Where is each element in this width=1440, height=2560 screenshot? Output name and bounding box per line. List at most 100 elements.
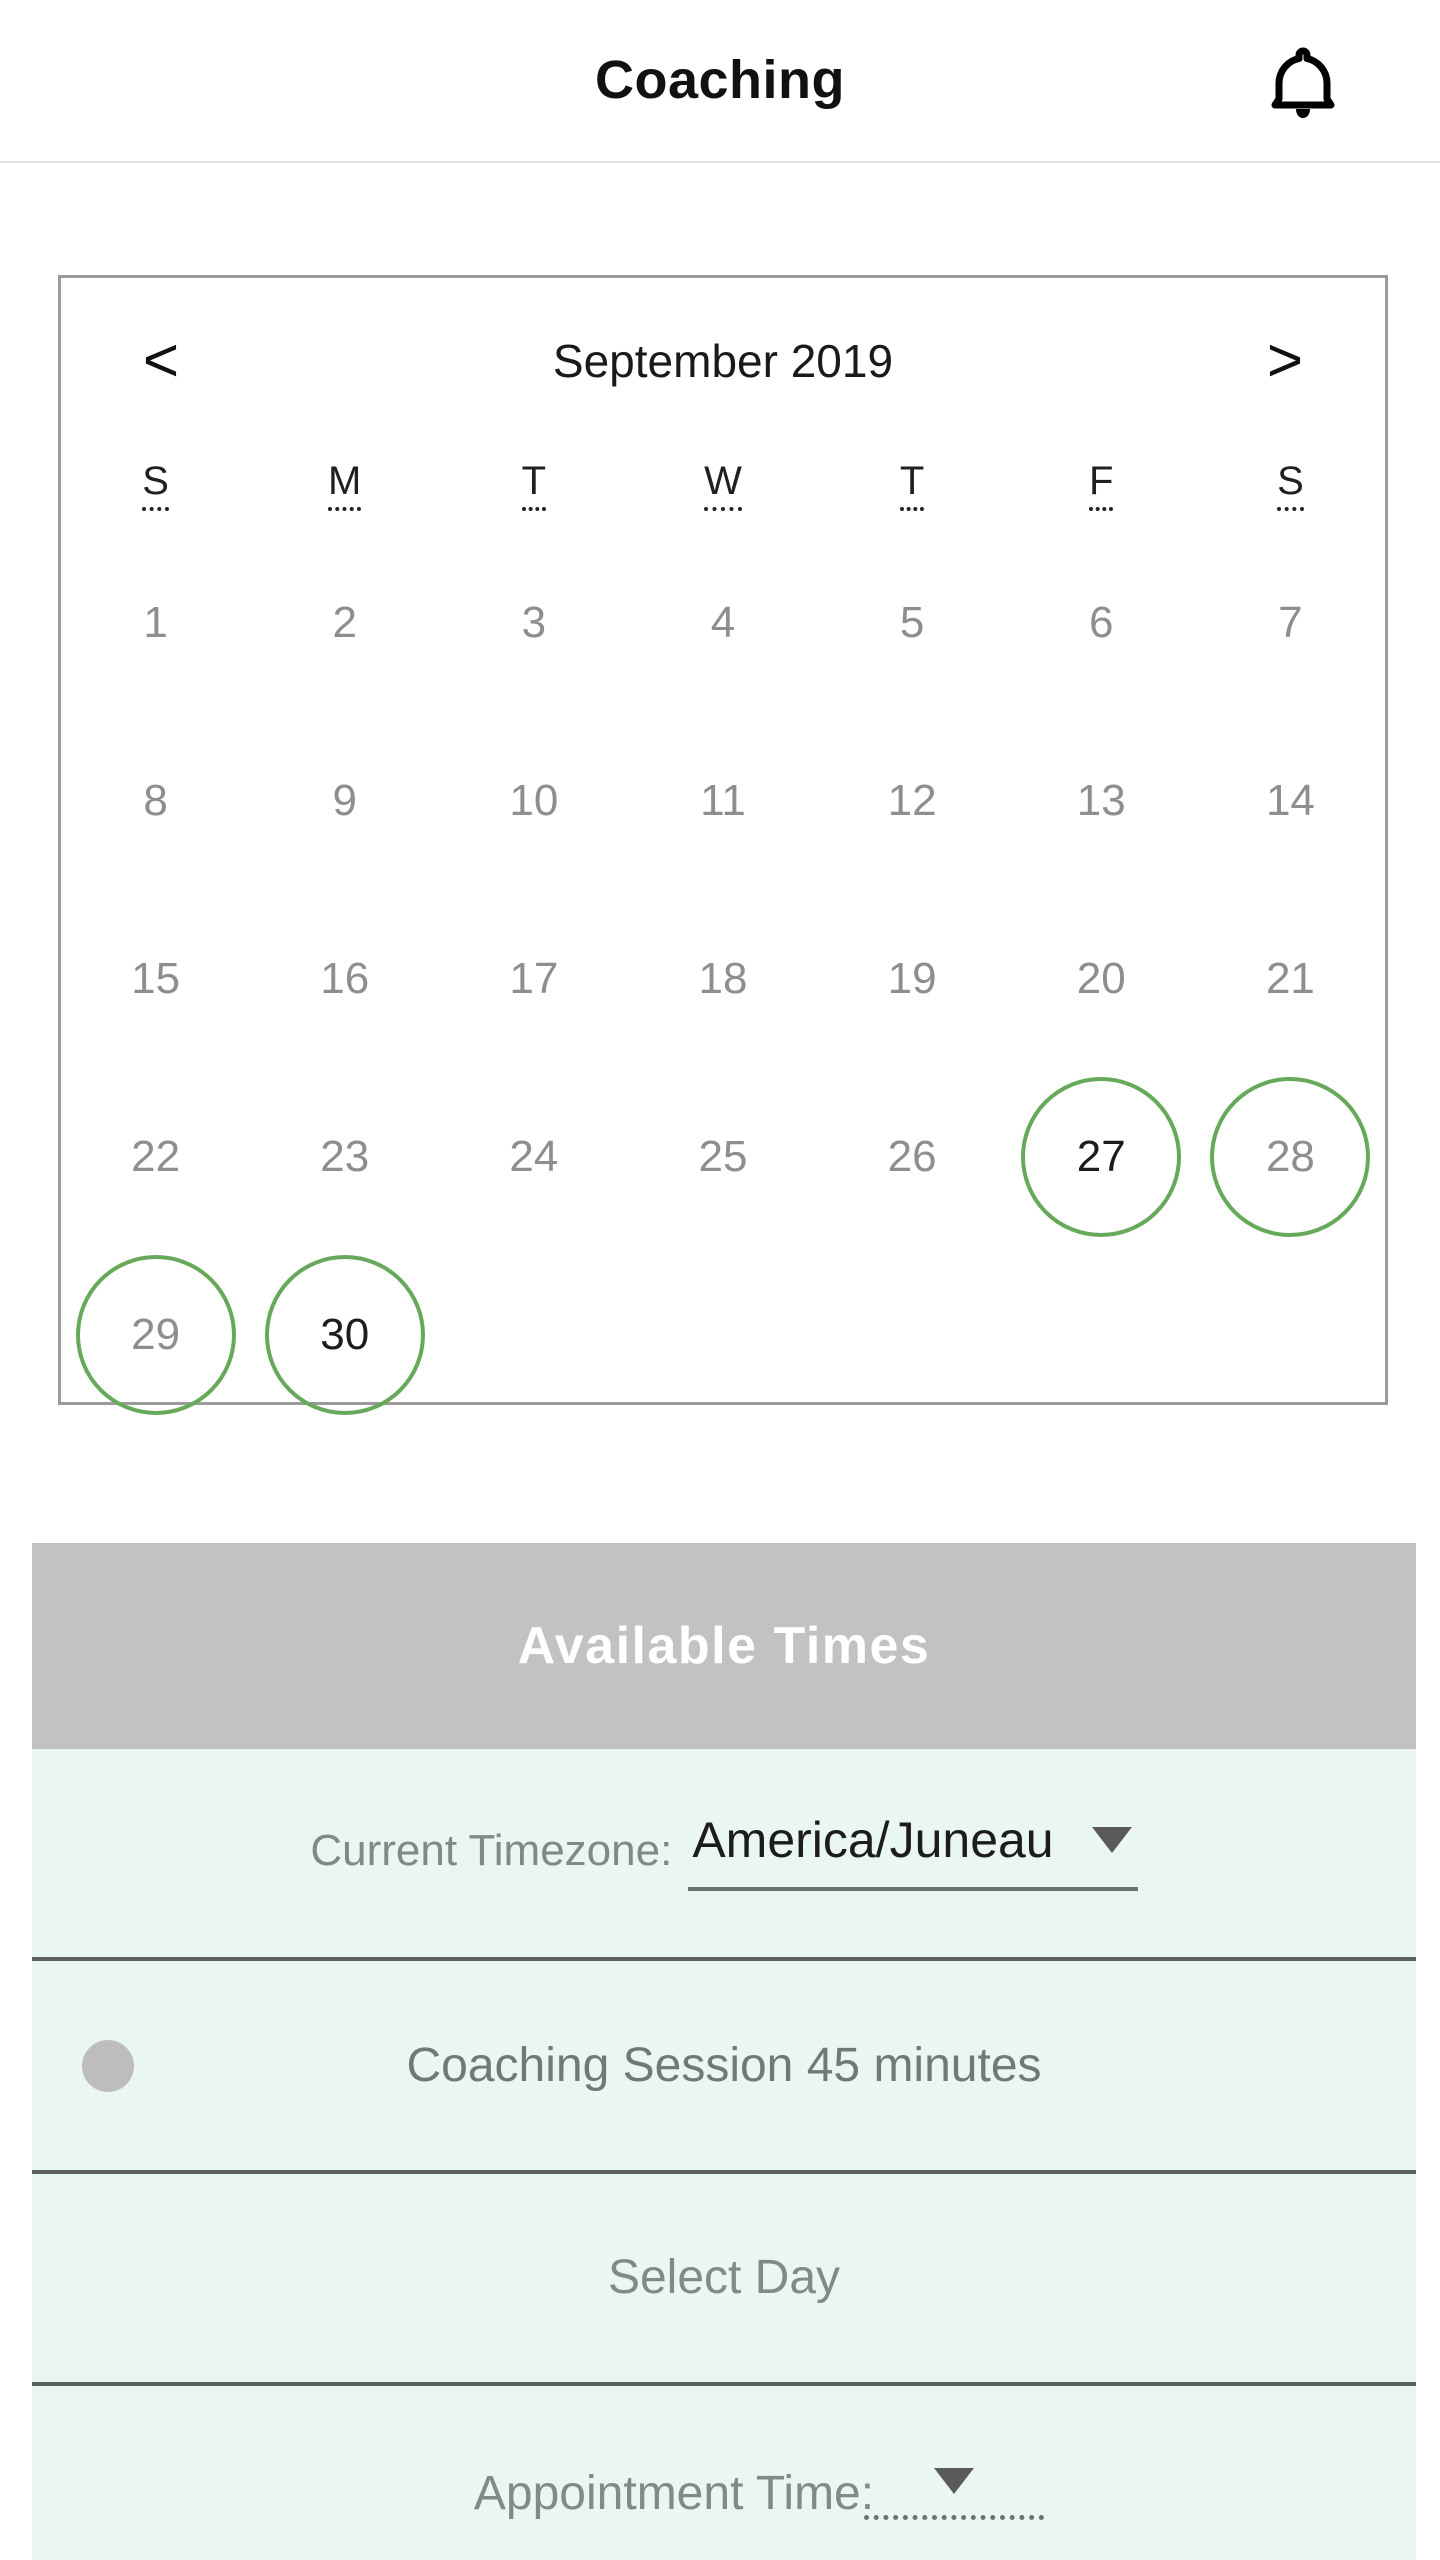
calendar-day-number: 30 (320, 1310, 370, 1359)
weekday-label: S (1277, 461, 1304, 511)
calendar-day-number: 12 (887, 776, 937, 825)
calendar-header: < September 2019 > (61, 278, 1385, 443)
bell-icon (1270, 45, 1336, 123)
calendar-day-cell[interactable]: 6 (1007, 534, 1196, 712)
calendar-day-cell[interactable]: 21 (1196, 890, 1385, 1068)
calendar-day-cell[interactable]: 8 (61, 712, 250, 890)
calendar-empty-cell (439, 1246, 628, 1424)
calendar-day-cell[interactable]: 11 (628, 712, 817, 890)
weekday-cell: W (628, 438, 817, 534)
available-times-panel: Available Times Current Timezone: Americ… (32, 1543, 1416, 2560)
calendar-day-number: 11 (700, 776, 746, 825)
calendar-day-number: 26 (887, 1132, 937, 1181)
calendar-day-cell[interactable]: 4 (628, 534, 817, 712)
calendar-day-number: 21 (1265, 954, 1315, 1003)
calendar-day-number: 19 (887, 954, 937, 1003)
calendar-day-cell[interactable]: 30 (250, 1246, 439, 1424)
calendar-day-cell[interactable]: 5 (818, 534, 1007, 712)
timezone-select[interactable]: America/Juneau (688, 1812, 1138, 1891)
calendar-empty-cell (1196, 1246, 1385, 1424)
appointment-time-select[interactable] (864, 2467, 1045, 2520)
calendar-day-number: 20 (1076, 954, 1126, 1003)
calendar-day-cell[interactable]: 28 (1196, 1068, 1385, 1246)
select-day-row[interactable]: Select Day (32, 2174, 1416, 2386)
calendar-day-number: 22 (131, 1132, 181, 1181)
appointment-time-label: Appointment Time: (473, 2466, 875, 2520)
available-times-title: Available Times (517, 1617, 931, 1675)
notification-bell-button[interactable] (1248, 32, 1358, 136)
calendar-week-row: 29 30 (61, 1246, 1385, 1424)
select-day-label: Select Day (607, 2251, 841, 2304)
calendar-day-number: 23 (320, 1132, 370, 1181)
calendar-day-cell[interactable]: 19 (818, 890, 1007, 1068)
calendar-day-number: 27 (1076, 1132, 1126, 1181)
calendar-month-label: September 2019 (552, 335, 894, 387)
calendar-day-cell[interactable]: 14 (1196, 712, 1385, 890)
calendar-day-cell[interactable]: 25 (628, 1068, 817, 1246)
calendar-day-cell[interactable]: 12 (818, 712, 1007, 890)
app-bar: Coaching (0, 0, 1440, 163)
calendar-day-number: 17 (509, 954, 559, 1003)
calendar-day-number: 4 (710, 598, 736, 647)
weekday-label: S (142, 461, 169, 511)
calendar-day-cell[interactable]: 7 (1196, 534, 1385, 712)
session-radio-dot[interactable] (82, 2039, 134, 2092)
calendar-weekday-row: S M T W T F S (61, 438, 1385, 534)
page-title: Coaching (594, 50, 845, 110)
weekday-label: W (704, 461, 742, 511)
timezone-label: Current Timezone: (310, 1826, 673, 1875)
calendar-day-cell[interactable]: 29 (61, 1246, 250, 1424)
chevron-down-icon (934, 2467, 975, 2494)
calendar-day-rows: 1 2 3 4 5 6 7 8 9 10 11 12 13 14 15 16 17 18 19 20 21 22 23 24 2… (61, 534, 1385, 1424)
app-screen: Coaching < September 2019 > S M T W T F … (0, 0, 1440, 2560)
calendar-day-number: 16 (320, 954, 370, 1003)
calendar-day-cell[interactable]: 22 (61, 1068, 250, 1246)
session-label: Coaching Session 45 minutes (406, 2038, 1042, 2092)
weekday-cell: T (439, 438, 628, 534)
calendar-day-number: 9 (332, 776, 357, 825)
calendar-day-cell[interactable]: 26 (818, 1068, 1007, 1246)
calendar-day-number: 8 (143, 776, 168, 825)
calendar-day-cell[interactable]: 15 (61, 890, 250, 1068)
calendar-day-number: 15 (131, 954, 181, 1003)
calendar-day-cell[interactable]: 27 (1007, 1068, 1196, 1246)
calendar-week-row: 8 9 10 11 12 13 14 (61, 712, 1385, 890)
timezone-row: Current Timezone: America/Juneau (32, 1749, 1416, 1961)
chevron-down-icon (1091, 1827, 1132, 1853)
calendar-day-cell[interactable]: 9 (250, 712, 439, 890)
calendar-empty-cell (1007, 1246, 1196, 1424)
calendar-day-cell[interactable]: 20 (1007, 890, 1196, 1068)
calendar-empty-cell (628, 1246, 817, 1424)
session-row[interactable]: Coaching Session 45 minutes (32, 1961, 1416, 2174)
next-month-button[interactable]: > (1239, 316, 1331, 406)
calendar-day-cell[interactable]: 13 (1007, 712, 1196, 890)
calendar-day-number: 14 (1265, 776, 1315, 825)
calendar-day-cell[interactable]: 1 (61, 534, 250, 712)
calendar-day-cell[interactable]: 2 (250, 534, 439, 712)
calendar-empty-cell (818, 1246, 1007, 1424)
weekday-label: F (1089, 461, 1114, 511)
calendar-day-number: 28 (1265, 1132, 1315, 1181)
calendar-day-cell[interactable]: 17 (439, 890, 628, 1068)
available-times-header: Available Times (32, 1543, 1416, 1749)
weekday-cell: S (1196, 438, 1385, 534)
calendar-day-cell[interactable]: 23 (250, 1068, 439, 1246)
calendar-week-row: 15 16 17 18 19 20 21 (61, 890, 1385, 1068)
calendar-day-number: 29 (131, 1310, 181, 1359)
calendar-day-number: 7 (1278, 598, 1303, 647)
calendar-day-number: 2 (332, 598, 357, 647)
appointment-time-row: Appointment Time: (32, 2386, 1416, 2560)
weekday-label: T (899, 461, 925, 511)
calendar-day-cell[interactable]: 16 (250, 890, 439, 1068)
weekday-cell: M (250, 438, 439, 534)
calendar-day-number: 1 (143, 598, 168, 647)
calendar-day-number: 3 (521, 598, 547, 647)
calendar-day-number: 25 (698, 1132, 748, 1181)
calendar-day-cell[interactable]: 24 (439, 1068, 628, 1246)
calendar-day-cell[interactable]: 18 (628, 890, 817, 1068)
timezone-value: America/Juneau (692, 1812, 1054, 1868)
calendar-grid: S M T W T F S 1 2 3 4 5 6 7 8 9 10 11 12 13 14 15 16 17 1… (61, 438, 1385, 1424)
calendar-card: < September 2019 > S M T W T F S 1234567… (58, 275, 1388, 1415)
calendar-day-cell[interactable]: 3 (439, 534, 628, 712)
calendar-day-cell[interactable]: 10 (439, 712, 628, 890)
